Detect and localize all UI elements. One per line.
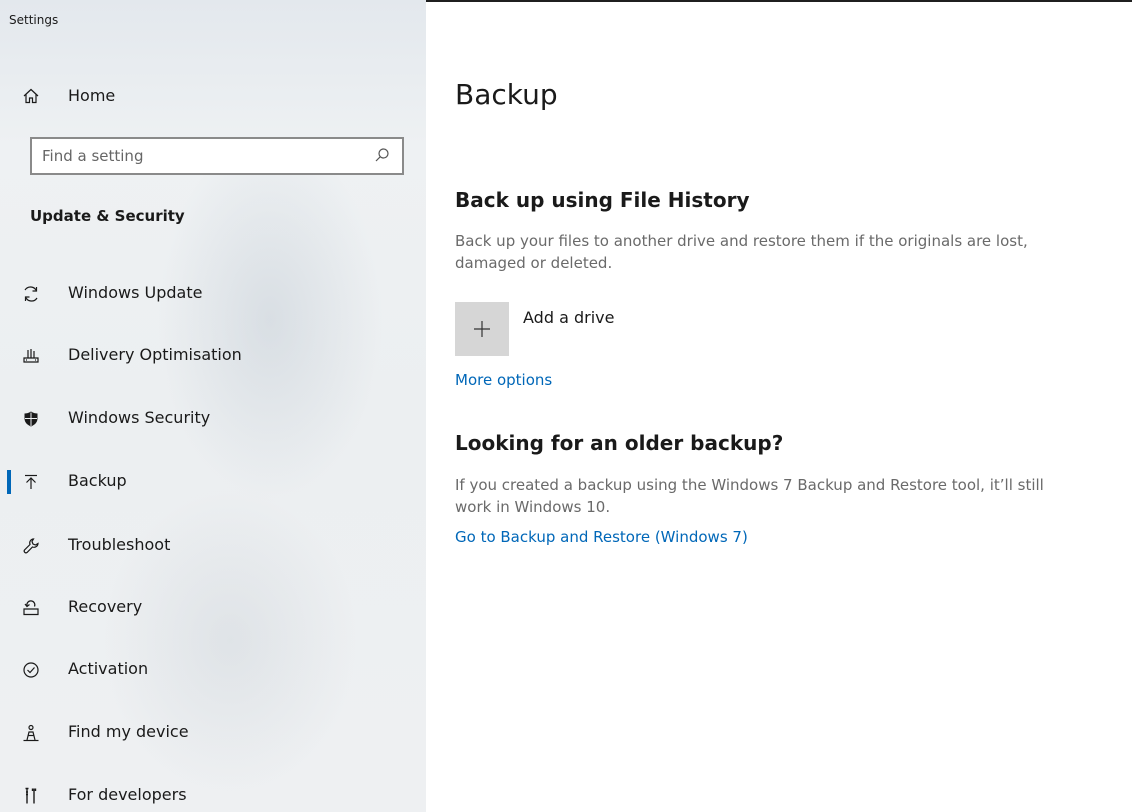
sidebar-item-label: Find my device [68,722,189,741]
sidebar-item-windows-security[interactable]: Windows Security [0,399,426,439]
developer-tools-icon [21,786,41,806]
sidebar-item-label: Backup [68,471,127,490]
sidebar-item-find-my-device[interactable]: Find my device [0,713,426,753]
delivery-optimisation-icon [21,346,41,366]
sidebar-item-activation[interactable]: Activation [0,650,426,690]
shield-icon [21,409,41,429]
more-options-link[interactable]: More options [455,371,552,389]
sidebar-item-troubleshoot[interactable]: Troubleshoot [0,526,426,566]
add-drive-label: Add a drive [523,308,615,327]
add-drive-button[interactable]: Add a drive [455,302,755,356]
sidebar-item-label: Troubleshoot [68,535,171,554]
sidebar-item-label: Windows Update [68,283,203,302]
home-nav-item[interactable]: Home [0,78,426,114]
sidebar-item-label: Delivery Optimisation [68,345,242,364]
search-icon[interactable] [374,147,392,165]
wrench-icon [21,536,41,556]
recovery-icon [21,598,41,618]
file-history-heading: Back up using File History [455,188,750,212]
sidebar-item-recovery[interactable]: Recovery [0,588,426,628]
sidebar-item-windows-update[interactable]: Windows Update [0,274,426,314]
search-input[interactable] [32,139,362,173]
add-drive-tile[interactable] [455,302,509,356]
section-title: Update & Security [30,207,185,225]
plus-icon [474,321,490,337]
app-title: Settings [9,13,59,27]
sidebar-item-for-developers[interactable]: For developers [0,776,426,812]
search-box[interactable] [30,137,404,175]
file-history-description: Back up your files to another drive and … [455,232,1028,272]
older-backup-heading: Looking for an older backup? [455,431,784,455]
home-icon [21,86,41,106]
person-location-icon [21,723,41,743]
sync-icon [21,284,41,304]
sidebar-item-delivery-optimisation[interactable]: Delivery Optimisation [0,336,426,376]
backup-and-restore-link[interactable]: Go to Backup and Restore (Windows 7) [455,528,748,546]
sidebar-item-label: Activation [68,659,149,678]
older-backup-description: If you created a backup using the Window… [455,476,1044,516]
main-content: Backup Back up using File History Back u… [426,2,1132,812]
check-circle-icon [21,660,41,680]
upload-icon [21,472,41,492]
sidebar-item-label: Windows Security [68,408,211,427]
sidebar-item-label: Recovery [68,597,143,616]
sidebar-item-backup[interactable]: Backup [0,462,426,502]
home-label: Home [68,86,116,105]
sidebar-item-label: For developers [68,785,187,804]
settings-window: Settings Home Update & Security [0,0,1132,812]
sidebar: Settings Home Update & Security [0,0,426,812]
page-title: Backup [455,78,558,111]
